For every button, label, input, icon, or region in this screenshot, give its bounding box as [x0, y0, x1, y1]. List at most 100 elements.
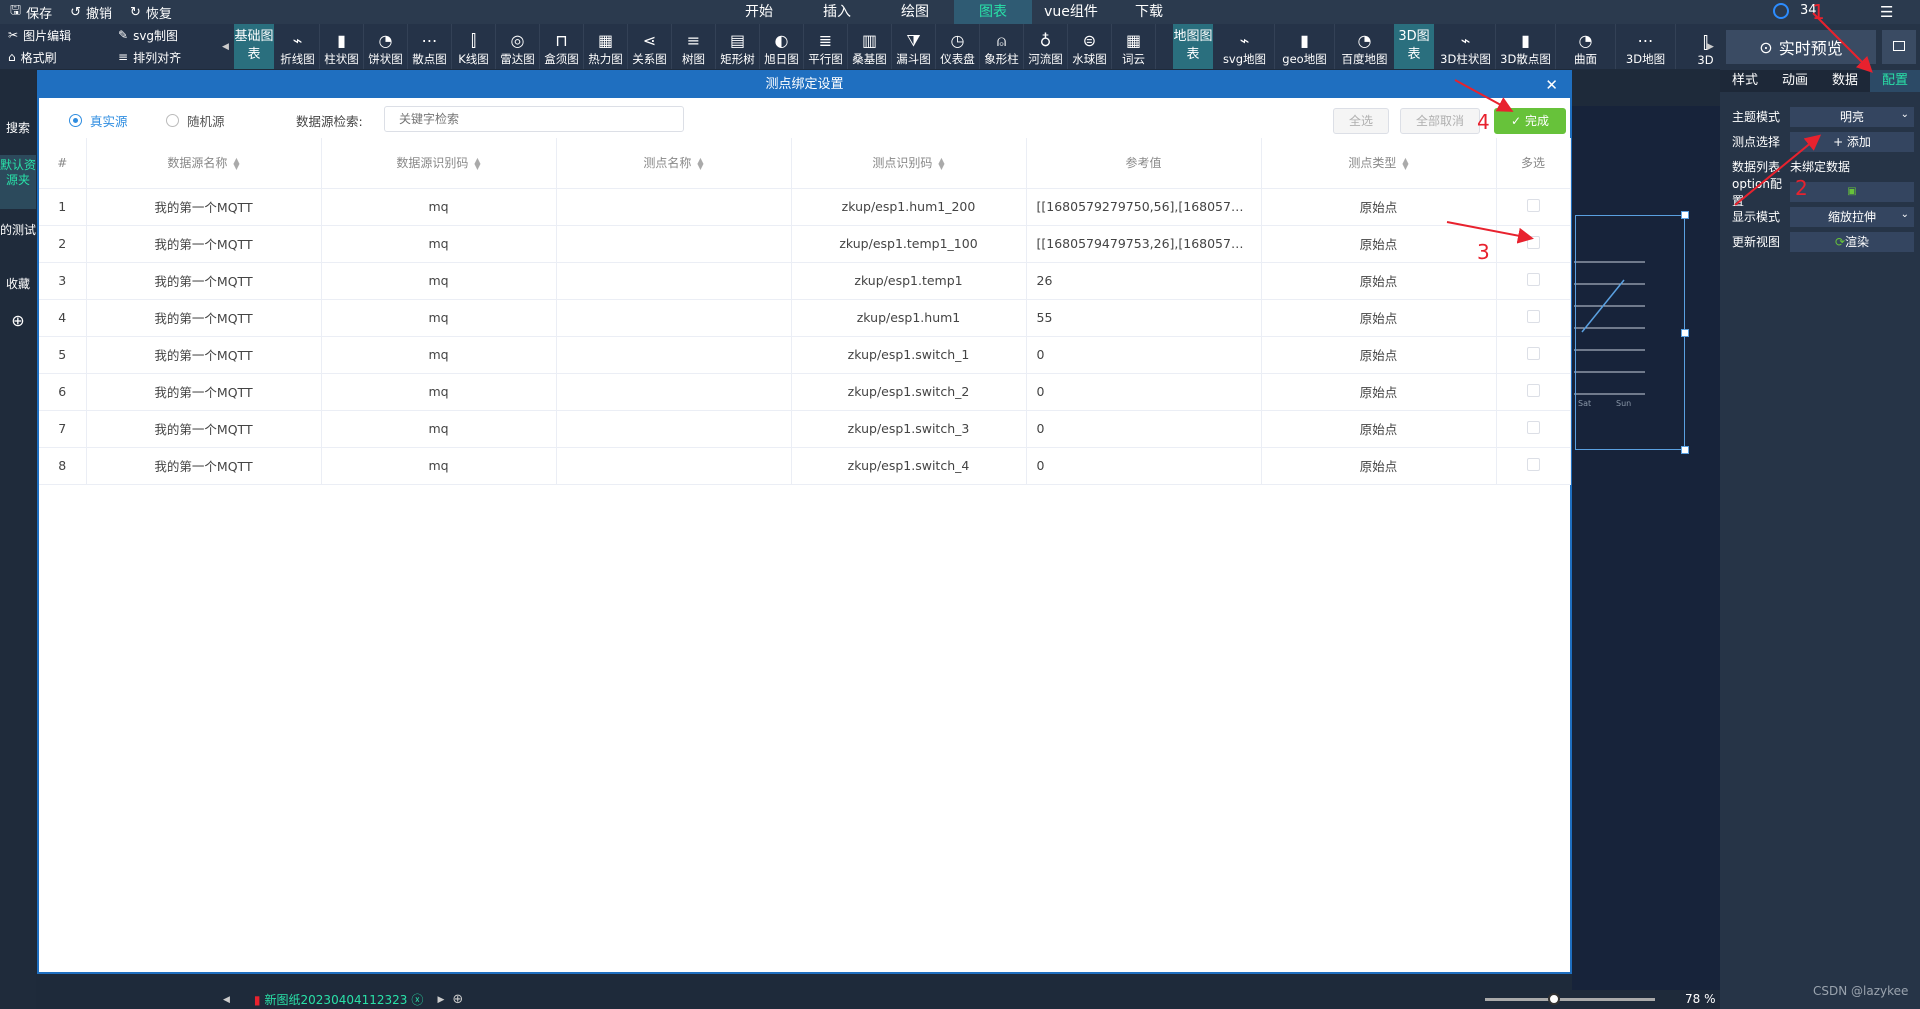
column-header[interactable]: 测点名称 ▲ ▼: [556, 138, 792, 189]
column-header[interactable]: 参考值: [1026, 138, 1262, 189]
sort-icon[interactable]: ▲ ▼: [938, 156, 944, 170]
undo-button[interactable]: ↺ 撤销: [70, 3, 112, 22]
done-button[interactable]: ✓ 完成: [1494, 108, 1566, 134]
search-tab[interactable]: 搜索: [0, 121, 36, 136]
chart-tool-basic-tools-9[interactable]: ≡ 树图: [672, 24, 716, 69]
chart-tool-basic-tools-17[interactable]: ♁ 河流图: [1024, 24, 1068, 69]
chart-tool-basic-tools-16[interactable]: ⍝ 象形柱: [980, 24, 1024, 69]
selection-box[interactable]: [1575, 211, 1689, 454]
align-button[interactable]: ≡ 排列对齐: [110, 49, 220, 66]
image-edit-button[interactable]: ✂ 图片编辑: [0, 27, 110, 44]
chart-tool-basic-tools-19[interactable]: ▦ 词云: [1112, 24, 1156, 69]
chart-tool-basic-tools-18[interactable]: ⊜ 水球图: [1068, 24, 1112, 69]
menu-item-2[interactable]: 绘图: [876, 0, 954, 24]
row-checkbox[interactable]: [1526, 309, 1540, 323]
chart-tool-basic-tools-15[interactable]: ◷ 仪表盘: [936, 24, 980, 69]
resize-handle[interactable]: [1681, 329, 1689, 337]
chart-tool-basic-tools-14[interactable]: ⧩ 漏斗图: [892, 24, 936, 69]
format-brush-button[interactable]: ⌂ 格式刷: [0, 49, 110, 66]
chart-tool-basic-tools-5[interactable]: ◎ 雷达图: [496, 24, 540, 69]
svg-draw-button[interactable]: ✎ svg制图: [110, 27, 220, 44]
config-row-value[interactable]: 缩放拉伸 ⌄: [1790, 206, 1914, 227]
chart-tool-threed-tools-3[interactable]: ⋯ 3D地图: [1616, 24, 1676, 69]
chart-tool-basic-tools-11[interactable]: ◐ 旭日图: [760, 24, 804, 69]
fullscreen-button[interactable]: [1882, 30, 1916, 64]
config-tab-2[interactable]: 数据: [1820, 70, 1870, 92]
chart-tool-threed-tools-0[interactable]: ⌁ 3D柱状图: [1436, 24, 1496, 69]
next-page-icon[interactable]: ▶: [437, 995, 444, 1005]
column-header-label: 测点识别码: [872, 156, 933, 171]
chart-tool-basic-tools-3[interactable]: ⋯ 散点图: [408, 24, 452, 69]
radio-random-source[interactable]: 随机源: [166, 111, 225, 130]
row-checkbox[interactable]: [1526, 235, 1540, 249]
select-all-button[interactable]: 全选: [1333, 108, 1389, 134]
sort-icon[interactable]: ▲ ▼: [1402, 156, 1408, 170]
chart-tool-map-tools-0[interactable]: ⌁ svg地图: [1215, 24, 1275, 69]
zoom-slider[interactable]: [1485, 998, 1655, 1001]
category-basic[interactable]: 基础图表: [234, 24, 274, 69]
chart-tool-map-tools-1[interactable]: ▮ geo地图: [1275, 24, 1335, 69]
category-3d[interactable]: 3D图表: [1394, 24, 1434, 69]
scroll-right-icon[interactable]: ▶: [1707, 30, 1717, 64]
chart-tool-basic-tools-1[interactable]: ▮ 柱状图: [320, 24, 364, 69]
radio-real-source[interactable]: 真实源: [69, 111, 128, 130]
config-tab-3[interactable]: 配置: [1870, 70, 1920, 92]
close-icon[interactable]: ✕: [1545, 72, 1558, 98]
category-map[interactable]: 地图图表: [1173, 24, 1213, 69]
row-checkbox[interactable]: [1526, 457, 1540, 471]
menu-item-5[interactable]: 下载: [1110, 0, 1188, 24]
row-checkbox[interactable]: [1526, 420, 1540, 434]
chart-tool-basic-tools-8[interactable]: ⋖ 关系图: [628, 24, 672, 69]
menu-item-1[interactable]: 插入: [798, 0, 876, 24]
config-row-value[interactable]: ▣: [1790, 181, 1914, 202]
chart-tool-basic-tools-6[interactable]: ⊓ 盒须图: [540, 24, 584, 69]
live-preview-button[interactable]: ⊙ 实时预览: [1726, 30, 1876, 64]
chart-tool-map-tools-2[interactable]: ◔ 百度地图: [1335, 24, 1395, 69]
row-checkbox[interactable]: [1526, 383, 1540, 397]
scroll-left-icon[interactable]: ◀: [222, 30, 232, 64]
menu-item-3[interactable]: 图表: [954, 0, 1032, 24]
menu-item-0[interactable]: 开始: [720, 0, 798, 24]
sort-icon[interactable]: ▲ ▼: [233, 156, 239, 170]
favorites-tab[interactable]: 收藏: [0, 277, 36, 292]
config-tab-0[interactable]: 样式: [1720, 70, 1770, 92]
page-tab[interactable]: ▮ 新图纸20230404112323 ⓧ: [230, 991, 424, 1008]
chart-tool-basic-tools-0[interactable]: ⌁ 折线图: [276, 24, 320, 69]
chart-tool-basic-tools-4[interactable]: ⫿ K线图: [452, 24, 496, 69]
sort-icon[interactable]: ▲ ▼: [697, 156, 703, 170]
sort-icon[interactable]: ▲ ▼: [474, 156, 480, 170]
my-test-tab[interactable]: 的测试: [0, 223, 36, 238]
row-checkbox[interactable]: [1526, 272, 1540, 286]
column-header[interactable]: 测点识别码 ▲ ▼: [791, 138, 1027, 189]
resize-handle[interactable]: [1681, 211, 1689, 219]
column-header[interactable]: 数据源名称 ▲ ▼: [86, 138, 322, 189]
row-checkbox[interactable]: [1526, 198, 1540, 212]
save-button[interactable]: 🖫 保存: [10, 1, 52, 23]
add-icon[interactable]: ⊕: [0, 313, 36, 329]
menu-icon[interactable]: ☰: [1880, 3, 1893, 21]
column-header[interactable]: 数据源识别码 ▲ ▼: [321, 138, 557, 189]
chart-tool-basic-tools-2[interactable]: ◔ 饼状图: [364, 24, 408, 69]
close-tab-icon[interactable]: ⓧ: [411, 991, 423, 1008]
redo-button[interactable]: ↻ 恢复: [130, 3, 172, 22]
chart-tool-basic-tools-13[interactable]: ▥ 桑基图: [848, 24, 892, 69]
search-input[interactable]: [384, 106, 684, 132]
chart-tool-threed-tools-2[interactable]: ◔ 曲面: [1556, 24, 1616, 69]
row-checkbox[interactable]: [1526, 346, 1540, 360]
chart-tool-threed-tools-1[interactable]: ▮ 3D散点图: [1496, 24, 1556, 69]
column-header[interactable]: 测点类型 ▲ ▼: [1261, 138, 1497, 189]
add-page-icon[interactable]: ⊕: [452, 992, 463, 1007]
default-folder-tab[interactable]: 默认资源夹: [0, 155, 36, 209]
config-row-value[interactable]: + 添加: [1790, 131, 1914, 152]
menu-item-4[interactable]: vue组件: [1032, 0, 1110, 24]
chart-tool-basic-tools-7[interactable]: ▦ 热力图: [584, 24, 628, 69]
config-row-value[interactable]: ⟳ 渲染: [1790, 231, 1914, 252]
resize-handle[interactable]: [1681, 446, 1689, 454]
chart-tool-basic-tools-12[interactable]: ≣ 平行图: [804, 24, 848, 69]
chart-tool-basic-tools-10[interactable]: ▤ 矩形树: [716, 24, 760, 69]
cancel-all-button[interactable]: 全部取消: [1400, 108, 1480, 134]
config-row-value[interactable]: 明亮 ⌄: [1790, 106, 1914, 127]
config-tab-1[interactable]: 动画: [1770, 70, 1820, 92]
prev-page-icon[interactable]: ◀: [223, 995, 230, 1005]
zoom-slider-knob[interactable]: [1548, 993, 1560, 1005]
